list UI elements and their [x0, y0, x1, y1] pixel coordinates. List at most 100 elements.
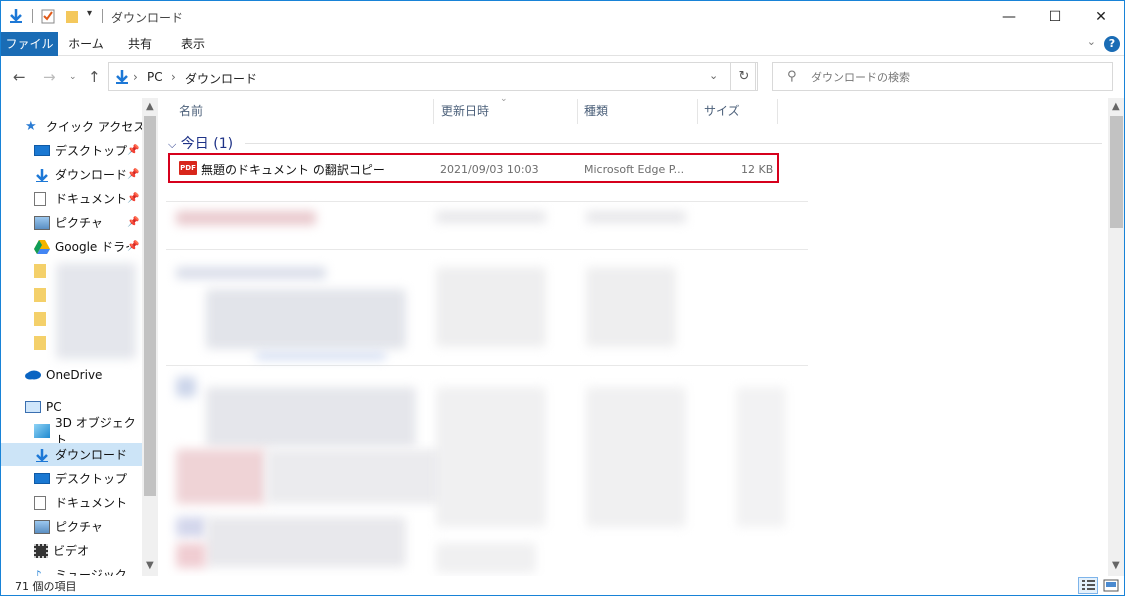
- pictures-icon: [34, 215, 50, 230]
- window-title: ダウンロード: [111, 11, 184, 25]
- file-list-scrollbar[interactable]: ▲ ▼: [1108, 98, 1124, 576]
- properties-check-icon[interactable]: [41, 8, 55, 24]
- file-modified: 2021/09/03 10:03: [440, 163, 539, 176]
- qat-separator: [102, 9, 103, 23]
- search-box[interactable]: ⚲: [772, 62, 1113, 91]
- minimize-icon: —: [1002, 8, 1016, 25]
- column-header-modified[interactable]: 更新日時: [441, 99, 489, 124]
- tab-home[interactable]: ホーム: [64, 32, 108, 56]
- column-header-type[interactable]: 種類: [584, 99, 608, 124]
- nav-item-3d-objects[interactable]: 3D オブジェクト: [34, 416, 142, 447]
- nav-item-downloads-selected[interactable]: ダウンロード: [1, 443, 142, 466]
- star-icon: ★: [25, 118, 37, 134]
- redacted-row: [436, 543, 536, 573]
- nav-item-music[interactable]: ♪ ミュージック: [34, 563, 142, 577]
- pin-icon[interactable]: 📌: [127, 145, 139, 156]
- folder-icon: [34, 263, 46, 278]
- pin-icon[interactable]: 📌: [127, 169, 139, 180]
- column-header-size[interactable]: サイズ: [704, 99, 740, 124]
- recent-locations-icon[interactable]: ⌄: [69, 72, 77, 82]
- document-icon: [34, 495, 46, 510]
- nav-item-documents[interactable]: ドキュメント: [34, 187, 142, 210]
- qat-dropdown-icon[interactable]: ▾: [87, 8, 92, 19]
- nav-item-pictures[interactable]: ピクチャ: [34, 211, 142, 234]
- nav-label: デスクトップ: [55, 472, 128, 486]
- scroll-thumb[interactable]: [144, 116, 156, 496]
- column-divider[interactable]: [777, 99, 778, 124]
- redacted-row: [436, 211, 546, 223]
- nav-item-downloads[interactable]: ダウンロード: [34, 163, 142, 186]
- close-icon: ✕: [1095, 8, 1107, 25]
- nav-item-desktop[interactable]: デスクトップ: [34, 139, 142, 162]
- nav-label: PC: [46, 399, 62, 414]
- music-note-icon: ♪: [34, 567, 42, 577]
- pin-icon[interactable]: 📌: [127, 241, 139, 252]
- download-arrow-icon[interactable]: [9, 8, 23, 24]
- folder-icon: [34, 335, 46, 350]
- file-name[interactable]: 無題のドキュメント の翻訳コピー: [201, 161, 385, 178]
- large-icons-view-icon: [1103, 579, 1119, 592]
- nav-label: デスクトップ: [55, 144, 128, 158]
- forward-arrow-icon[interactable]: →: [43, 68, 56, 86]
- ribbon: ファイル ホーム 共有 表示 ⌄ ?: [1, 32, 1124, 56]
- redacted-row: [176, 543, 206, 568]
- details-view-button[interactable]: [1078, 577, 1098, 594]
- nav-quick-access[interactable]: ★ クイック アクセス: [25, 115, 158, 138]
- redacted-row: [206, 387, 416, 447]
- nav-item-desktop[interactable]: デスクトップ: [34, 467, 142, 490]
- refresh-button[interactable]: ↻: [730, 62, 758, 91]
- nav-onedrive[interactable]: OneDrive: [25, 363, 158, 386]
- redacted-row: [586, 387, 686, 527]
- new-folder-icon[interactable]: [65, 8, 79, 24]
- downloads-location-icon: [116, 70, 128, 84]
- close-button[interactable]: ✕: [1078, 1, 1124, 32]
- nav-label: ピクチャ: [55, 216, 103, 230]
- pin-icon[interactable]: 📌: [127, 193, 139, 204]
- scroll-up-icon[interactable]: ▲: [146, 101, 154, 112]
- scroll-down-icon[interactable]: ▼: [146, 560, 154, 571]
- expand-ribbon-icon[interactable]: ⌄: [1087, 35, 1096, 48]
- help-icon[interactable]: ?: [1104, 36, 1120, 52]
- nav-label: クイック アクセス: [46, 120, 146, 134]
- search-input[interactable]: [811, 67, 1101, 87]
- column-divider[interactable]: [433, 99, 434, 124]
- nav-item-pictures[interactable]: ピクチャ: [34, 515, 142, 538]
- group-header-today[interactable]: ⌵ 今日 (1): [168, 133, 233, 153]
- scroll-thumb[interactable]: [1110, 116, 1123, 228]
- nav-scrollbar[interactable]: ▲ ▼: [142, 98, 158, 576]
- redacted-row: [436, 267, 546, 347]
- large-icons-view-button[interactable]: [1101, 577, 1121, 594]
- 3d-cube-icon: [34, 423, 50, 438]
- tab-file[interactable]: ファイル: [1, 32, 58, 56]
- tab-share[interactable]: 共有: [118, 32, 162, 56]
- scroll-down-icon[interactable]: ▼: [1112, 560, 1120, 571]
- column-header-name[interactable]: 名前: [179, 99, 203, 124]
- minimize-button[interactable]: —: [986, 1, 1032, 32]
- pin-icon[interactable]: 📌: [127, 217, 139, 228]
- sort-indicator-icon: ⌄: [500, 94, 508, 104]
- nav-item-videos[interactable]: ビデオ: [34, 539, 142, 562]
- column-divider[interactable]: [697, 99, 698, 124]
- redacted-row: [176, 377, 196, 397]
- tab-view[interactable]: 表示: [171, 32, 215, 56]
- nav-item-documents[interactable]: ドキュメント: [34, 491, 142, 514]
- download-arrow-icon: [36, 168, 48, 182]
- maximize-button[interactable]: ☐: [1032, 1, 1078, 32]
- status-bar: 71 個の項目: [1, 576, 1124, 595]
- address-bar[interactable]: › PC › ダウンロード ⌄: [108, 62, 756, 91]
- redacted-file-list: [166, 187, 1106, 577]
- nav-label: ビデオ: [53, 544, 90, 558]
- breadcrumb-pc[interactable]: PC: [147, 70, 163, 84]
- qat-separator: [32, 9, 33, 23]
- google-drive-icon: [34, 239, 50, 254]
- back-arrow-icon[interactable]: ←: [13, 68, 26, 86]
- nav-label: Google ドライブ: [55, 240, 129, 254]
- address-dropdown-icon[interactable]: ⌄: [709, 69, 718, 82]
- column-divider[interactable]: [577, 99, 578, 124]
- up-arrow-icon[interactable]: ↑: [88, 68, 101, 86]
- nav-label: ミュージック: [55, 568, 127, 576]
- nav-item-google-drive[interactable]: Google ドライブ: [34, 235, 129, 258]
- scroll-up-icon[interactable]: ▲: [1112, 101, 1120, 112]
- redacted-row: [586, 267, 676, 347]
- breadcrumb-downloads[interactable]: ダウンロード: [185, 70, 257, 87]
